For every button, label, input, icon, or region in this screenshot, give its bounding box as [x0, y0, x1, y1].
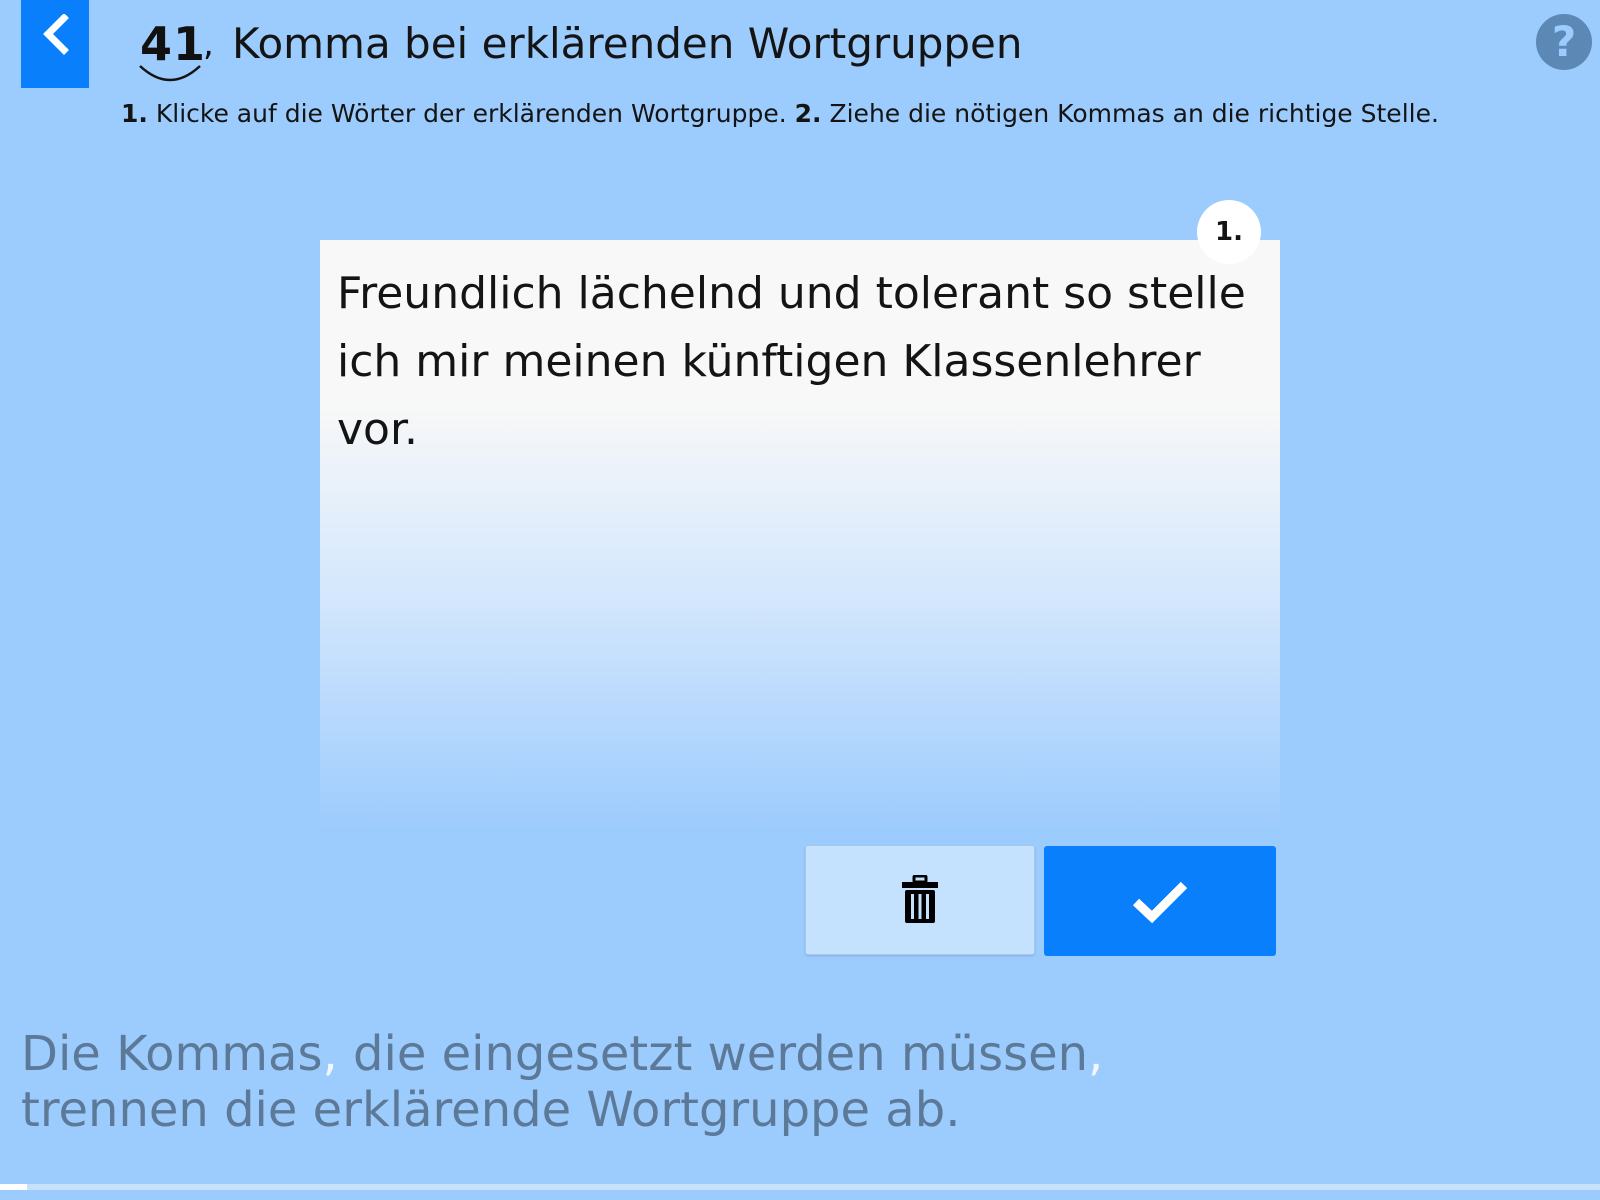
- step1-number: 1.: [121, 99, 148, 128]
- question-mark-icon: ?: [1551, 17, 1577, 66]
- check-button[interactable]: [1044, 846, 1276, 956]
- exercise-sentence[interactable]: Freundlich lächelnd und tolerant so stel…: [337, 260, 1257, 464]
- help-button[interactable]: ?: [1536, 14, 1592, 70]
- hint-line2: trennen die erklärende Wortgruppe ab.: [21, 1082, 961, 1138]
- instructions: 1. Klicke auf die Wörter der erklärenden…: [121, 96, 1439, 132]
- progress-bar: [0, 1184, 1600, 1190]
- hint-part2: die eingesetzt werden müssen: [337, 1026, 1089, 1082]
- checkmark-icon: [1132, 881, 1188, 924]
- step-badge: 1.: [1197, 200, 1261, 264]
- delete-button[interactable]: [805, 845, 1035, 955]
- hint-comma-1: ,: [322, 1026, 338, 1082]
- step2-text: Ziehe die nötigen Kommas an die richtige…: [829, 99, 1439, 128]
- lesson-arc-icon: [139, 65, 201, 82]
- step2-number: 2.: [794, 99, 822, 128]
- step1-text: Klicke auf die Wörter der erklärenden Wo…: [155, 99, 787, 128]
- hint-part1: Die Kommas: [21, 1026, 323, 1082]
- title-comma: ,: [203, 24, 214, 64]
- sentence-card: Freundlich lächelnd und tolerant so stel…: [320, 240, 1280, 830]
- back-button[interactable]: [21, 0, 89, 88]
- page-title: Komma bei erklärenden Wortgruppen: [232, 19, 1023, 68]
- progress-fill: [0, 1184, 28, 1190]
- chevron-left-icon: [43, 14, 69, 55]
- hint-text: Die Kommas, die eingesetzt werden müssen…: [21, 1026, 1103, 1138]
- hint-comma-2: ,: [1088, 1026, 1104, 1082]
- trash-icon: [902, 875, 938, 923]
